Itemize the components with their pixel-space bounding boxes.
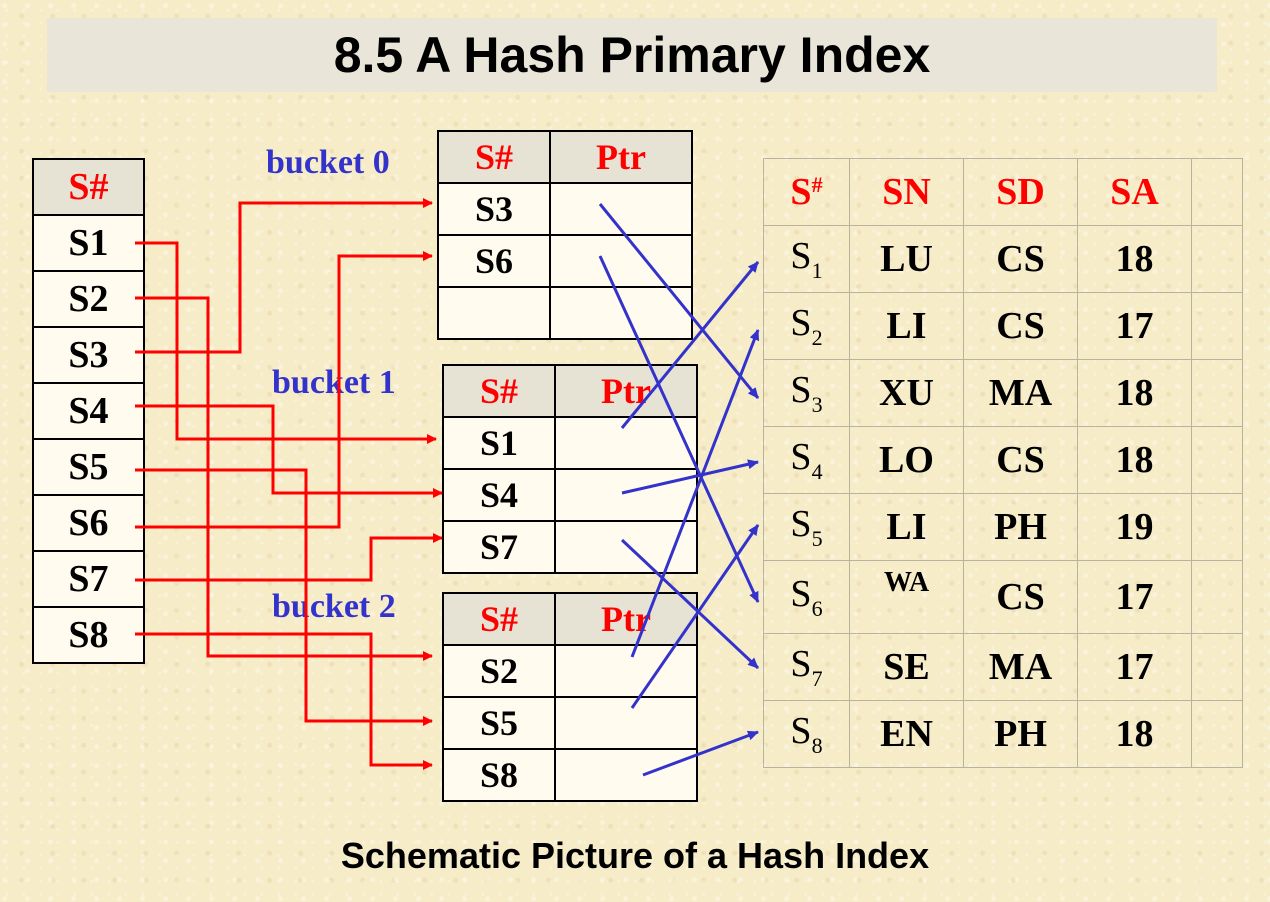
blue-arrow-s4 [621,459,759,495]
blue-arrow-s6 [598,255,760,603]
figure-caption: Schematic Picture of a Hash Index [340,835,930,876]
red-arrow-s8 [135,632,433,770]
red-arrow-s5 [135,468,433,726]
blue-arrow-s5 [630,524,760,709]
blue-arrow-s1 [620,261,760,429]
red-arrow-s3 [135,198,433,354]
arrow-overlay [135,198,760,777]
blue-arrow-s3 [598,203,760,399]
red-arrow-s7 [135,533,443,582]
red-arrow-s4 [135,404,443,498]
blue-arrow-s8 [642,730,759,777]
red-arrow-s1 [135,241,437,444]
